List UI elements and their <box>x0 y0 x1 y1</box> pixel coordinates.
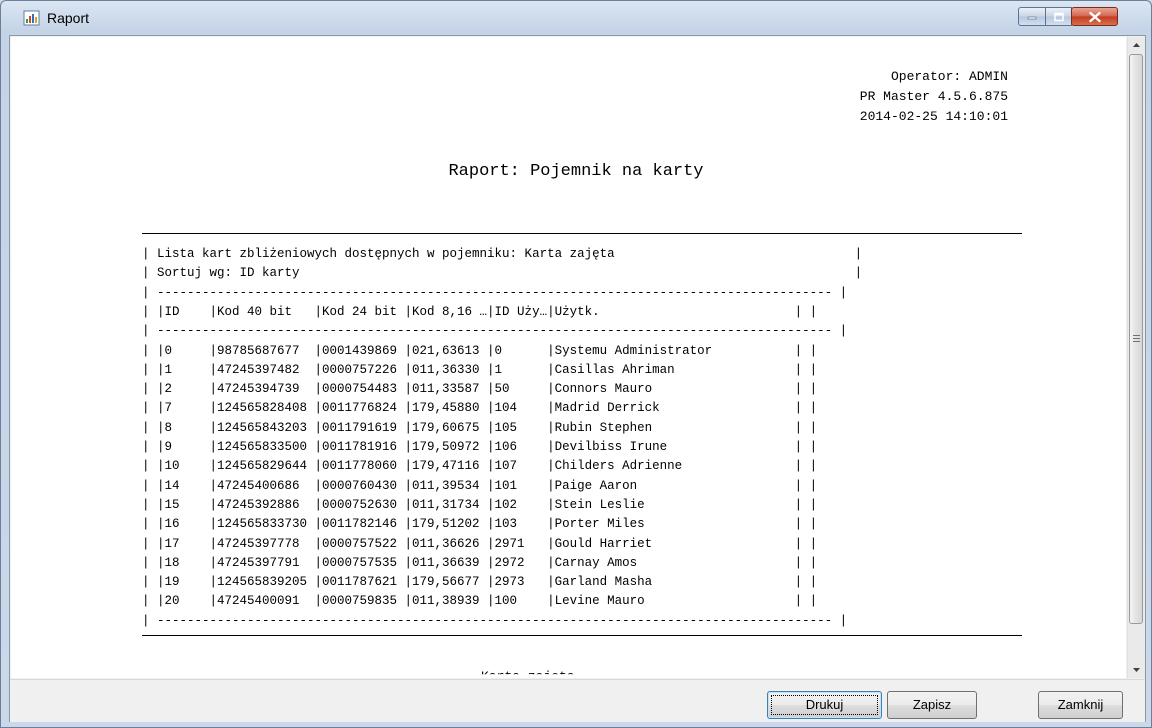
scroll-down-button[interactable] <box>1128 661 1145 678</box>
report-line: | |16 |124565833730 |0011782146 |179,512… <box>142 517 818 532</box>
report-title: Raport: Pojemnik na karty <box>448 162 704 181</box>
client-area: Operator: ADMIN PR Master 4.5.6.875 2014… <box>9 35 1146 722</box>
report-line: | |ID |Kod 40 bit |Kod 24 bit |Kod 8,16 … <box>142 304 818 319</box>
report-line: | |10 |124565829644 |0011778060 |179,471… <box>142 459 818 474</box>
report-line: | --------------------------------------… <box>142 285 848 300</box>
report-line: | |17 |47245397778 |0000757522 |011,3662… <box>142 536 818 551</box>
report-line: | |20 |47245400091 |0000759835 |011,3893… <box>142 594 818 609</box>
table-bottom-rule <box>142 635 1022 636</box>
close-button-label: Zamknij <box>1057 697 1104 712</box>
report-app-icon <box>23 10 40 26</box>
minimize-icon <box>1027 16 1037 19</box>
close-icon <box>1088 11 1101 22</box>
version-label: PR Master 4.5.6.875 <box>859 89 1008 104</box>
table-top-rule <box>142 233 1022 234</box>
report-line: | |8 |124565843203 |0011791619 |179,6067… <box>142 420 818 435</box>
save-button[interactable]: Zapisz <box>887 691 977 719</box>
report-line: | --------------------------------------… <box>142 324 848 339</box>
datetime-label: 2014-02-25 14:10:01 <box>859 109 1008 124</box>
save-button-label: Zapisz <box>912 697 952 712</box>
scrollbar-thumb[interactable] <box>1129 54 1143 624</box>
report-window: Raport Operator: ADMIN PR Master 4.5.6.8… <box>0 0 1152 728</box>
close-button[interactable]: Zamknij <box>1038 691 1123 719</box>
report-line: | |9 |124565833500 |0011781916 |179,5097… <box>142 440 818 454</box>
maximize-icon <box>1053 12 1064 21</box>
report-line: | |0 |98785687677 |0001439869 |021,63613… <box>142 343 818 358</box>
maximize-button[interactable] <box>1045 7 1072 26</box>
scroll-up-button[interactable] <box>1128 37 1145 54</box>
report-line: | --------------------------------------… <box>142 613 848 628</box>
button-bar: Drukuj Zapisz Zamknij <box>10 679 1145 722</box>
report-document: Operator: ADMIN PR Master 4.5.6.875 2014… <box>11 37 1126 678</box>
vertical-scrollbar[interactable] <box>1127 37 1145 678</box>
report-line: | |7 |124565828408 |0011776824 |179,4588… <box>142 401 818 416</box>
report-line: | |15 |47245392886 |0000752630 |011,3173… <box>142 497 818 512</box>
print-button[interactable]: Drukuj <box>767 691 882 719</box>
report-line: | |18 |47245397791 |0000757535 |011,3663… <box>142 555 818 570</box>
scroll-down-arrow-icon <box>1133 668 1140 672</box>
report-viewer[interactable]: Operator: ADMIN PR Master 4.5.6.875 2014… <box>11 37 1126 678</box>
next-section-text: Karta zajęta <box>481 669 575 678</box>
report-line: | |2 |47245394739 |0000754483 |011,33587… <box>142 382 818 397</box>
title-bar[interactable]: Raport <box>1 1 1151 35</box>
scroll-up-arrow-icon <box>1133 43 1140 47</box>
report-line: | |1 |47245397482 |0000757226 |011,36330… <box>142 362 818 377</box>
close-window-button[interactable] <box>1071 7 1118 26</box>
print-button-label: Drukuj <box>805 697 844 712</box>
report-line: | Lista kart zbliżeniowych dostępnych w … <box>142 247 863 261</box>
report-line: | |14 |47245400686 |0000760430 |011,3953… <box>142 478 818 493</box>
report-line: | |19 |124565839205 |0011787621 |179,566… <box>142 575 818 590</box>
operator-label: Operator: ADMIN <box>890 69 1008 84</box>
report-line: | Sortuj wg: ID karty | <box>142 266 863 281</box>
minimize-button[interactable] <box>1018 7 1046 26</box>
window-title: Raport <box>47 10 90 26</box>
